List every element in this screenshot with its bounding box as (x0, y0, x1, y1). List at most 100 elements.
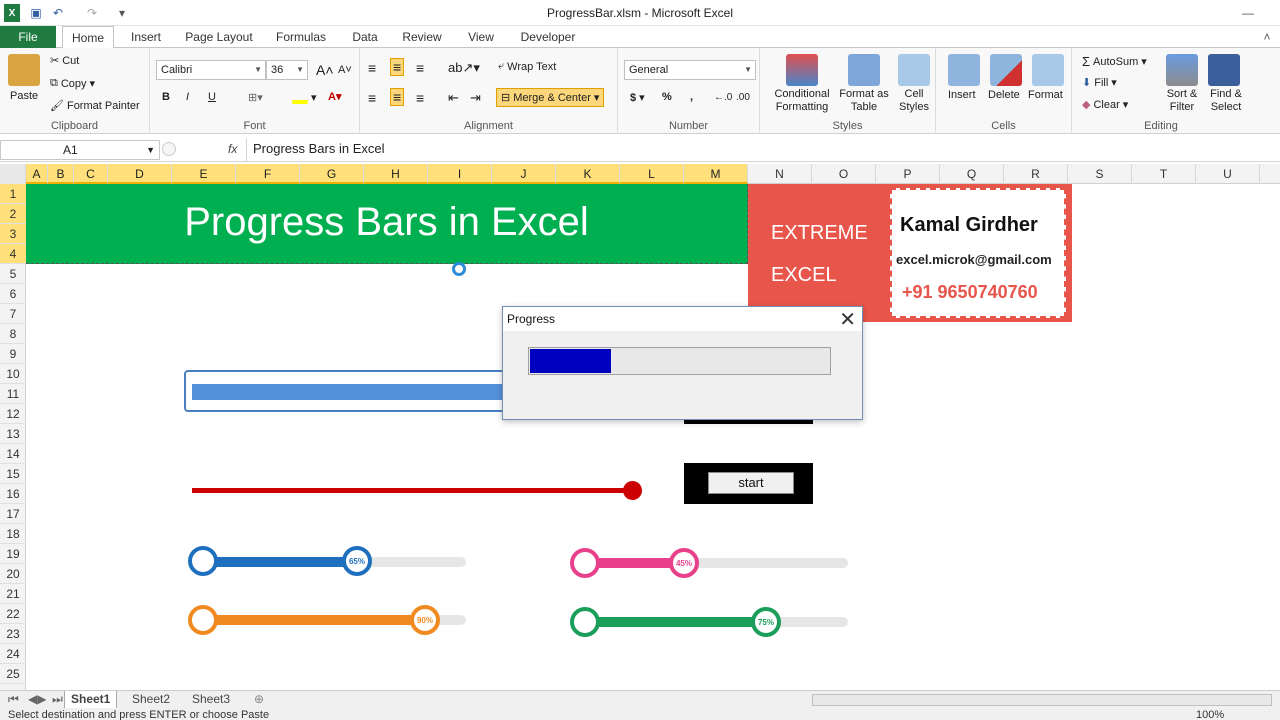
shrink-font-icon[interactable]: A˅ (338, 64, 352, 76)
row-header[interactable]: 5 (0, 264, 26, 284)
cell-styles-icon[interactable] (898, 54, 930, 86)
col-header[interactable]: M (684, 164, 748, 184)
dialog-titlebar[interactable] (503, 307, 862, 331)
comma-button[interactable]: , (690, 91, 693, 103)
row-header[interactable]: 9 (0, 344, 26, 364)
percent-button[interactable]: % (662, 91, 672, 103)
row-header[interactable]: 25 (0, 664, 26, 684)
col-header[interactable]: N (748, 164, 812, 184)
delete-cells-icon[interactable] (990, 54, 1022, 86)
row-header[interactable]: 7 (0, 304, 26, 324)
format-cells-button[interactable]: Format (1028, 89, 1063, 101)
col-header[interactable]: F (236, 164, 300, 184)
start-button[interactable]: start (708, 472, 794, 494)
row-header[interactable]: 2 (0, 204, 26, 224)
row-header[interactable]: 11 (0, 384, 26, 404)
row-header[interactable]: 17 (0, 504, 26, 524)
tab-sheet2[interactable]: Sheet2 (126, 691, 176, 709)
paste-button[interactable]: Paste (10, 90, 38, 102)
number-format-select[interactable]: General ▼ (624, 60, 756, 80)
col-header[interactable]: K (556, 164, 620, 184)
name-box-dropdown-icon[interactable]: ▼ (146, 141, 155, 159)
row-header[interactable]: 8 (0, 324, 26, 344)
tab-developer[interactable]: Developer (514, 26, 582, 48)
row-header[interactable]: 18 (0, 524, 26, 544)
paste-icon[interactable] (8, 54, 40, 86)
sort-filter-button[interactable]: Sort & Filter (1160, 88, 1204, 114)
row-header[interactable]: 12 (0, 404, 26, 424)
font-color-icon[interactable]: A▾ (328, 90, 341, 103)
format-cells-icon[interactable] (1032, 54, 1064, 86)
minimize-icon[interactable]: — (1240, 4, 1256, 22)
zoom-level[interactable]: 100% (1196, 709, 1224, 720)
copy-button[interactable]: ⧉ Copy ▾ (50, 77, 95, 90)
formula-input[interactable]: Progress Bars in Excel (246, 138, 1280, 162)
name-box[interactable]: A1 ▼ (0, 140, 160, 160)
select-all-corner[interactable] (0, 164, 26, 184)
conditional-formatting-icon[interactable] (786, 54, 818, 86)
col-header[interactable]: R (1004, 164, 1068, 184)
font-name-select[interactable]: Calibri ▼ (156, 60, 266, 80)
col-header[interactable]: T (1132, 164, 1196, 184)
format-as-table-icon[interactable] (848, 54, 880, 86)
row-header[interactable]: 16 (0, 484, 26, 504)
align-right-icon[interactable]: ≡ (416, 90, 424, 106)
red-progress-knob[interactable] (623, 481, 642, 500)
col-header[interactable]: H (364, 164, 428, 184)
delete-cells-button[interactable]: Delete (988, 89, 1020, 101)
tab-home[interactable]: Home (62, 26, 114, 49)
decrease-indent-icon[interactable]: ⇤ (448, 90, 459, 106)
format-painter-button[interactable]: 🖌 Format Painter (50, 99, 140, 113)
conditional-formatting-button[interactable]: Conditional Formatting (770, 88, 834, 114)
currency-button[interactable]: $ ▾ (630, 91, 645, 105)
col-header[interactable]: B (48, 164, 74, 184)
cut-button[interactable]: ✂ Cut (50, 54, 79, 68)
row-header[interactable]: 21 (0, 584, 26, 604)
insert-cells-icon[interactable] (948, 54, 980, 86)
col-header[interactable]: A (26, 164, 48, 184)
col-header[interactable]: G (300, 164, 364, 184)
col-header[interactable]: J (492, 164, 556, 184)
tab-sheet1[interactable]: Sheet1 (64, 691, 118, 709)
font-size-select[interactable]: 36 ▼ (266, 60, 308, 80)
col-header[interactable]: I (428, 164, 492, 184)
align-center-icon[interactable]: ≡ (390, 88, 405, 106)
cell-styles-button[interactable]: Cell Styles (894, 88, 934, 114)
increase-indent-icon[interactable]: ⇥ (470, 90, 481, 106)
tab-file[interactable]: File (0, 26, 56, 48)
find-select-button[interactable]: Find & Select (1204, 88, 1248, 114)
binoculars-icon[interactable] (1208, 54, 1240, 86)
row-header[interactable]: 6 (0, 284, 26, 304)
autosum-button[interactable]: Σ AutoSum ▾ (1082, 54, 1147, 69)
align-middle-icon[interactable]: ≡ (390, 58, 405, 76)
tab-sheet3[interactable]: Sheet3 (186, 691, 236, 709)
new-sheet-icon[interactable]: ⊕ (248, 691, 270, 709)
borders-icon[interactable]: ⊞▾ (248, 91, 263, 104)
tab-review[interactable]: Review (398, 26, 446, 48)
close-icon[interactable]: ✕ (839, 307, 856, 332)
row-header[interactable]: 10 (0, 364, 26, 384)
wrap-text-button[interactable]: ⤶ Wrap Text (498, 60, 556, 73)
row-header[interactable]: 20 (0, 564, 26, 584)
col-header[interactable]: E (172, 164, 236, 184)
row-header[interactable]: 4 (0, 244, 26, 264)
col-header[interactable]: C (74, 164, 108, 184)
row-header[interactable]: 14 (0, 444, 26, 464)
tab-view[interactable]: View (462, 26, 500, 48)
row-header[interactable]: 15 (0, 464, 26, 484)
row-header[interactable]: 1 (0, 184, 26, 204)
col-header[interactable]: U (1196, 164, 1260, 184)
fill-button[interactable]: ⬇ Fill ▾ (1082, 76, 1117, 90)
merge-center-button[interactable]: ⊟ Merge & Center ▾ (496, 88, 605, 107)
align-left-icon[interactable]: ≡ (368, 90, 376, 106)
col-header[interactable]: L (620, 164, 684, 184)
align-top-icon[interactable]: ≡ (368, 60, 376, 76)
tab-formulas[interactable]: Formulas (270, 26, 332, 48)
italic-button[interactable]: I (186, 91, 189, 103)
sort-filter-icon[interactable] (1166, 54, 1198, 86)
row-header[interactable]: 22 (0, 604, 26, 624)
orientation-icon[interactable]: ab↗▾ (448, 60, 480, 76)
grow-font-icon[interactable]: A˄ (316, 62, 334, 78)
row-header[interactable]: 3 (0, 224, 26, 244)
fx-icon[interactable]: fx (228, 142, 237, 156)
